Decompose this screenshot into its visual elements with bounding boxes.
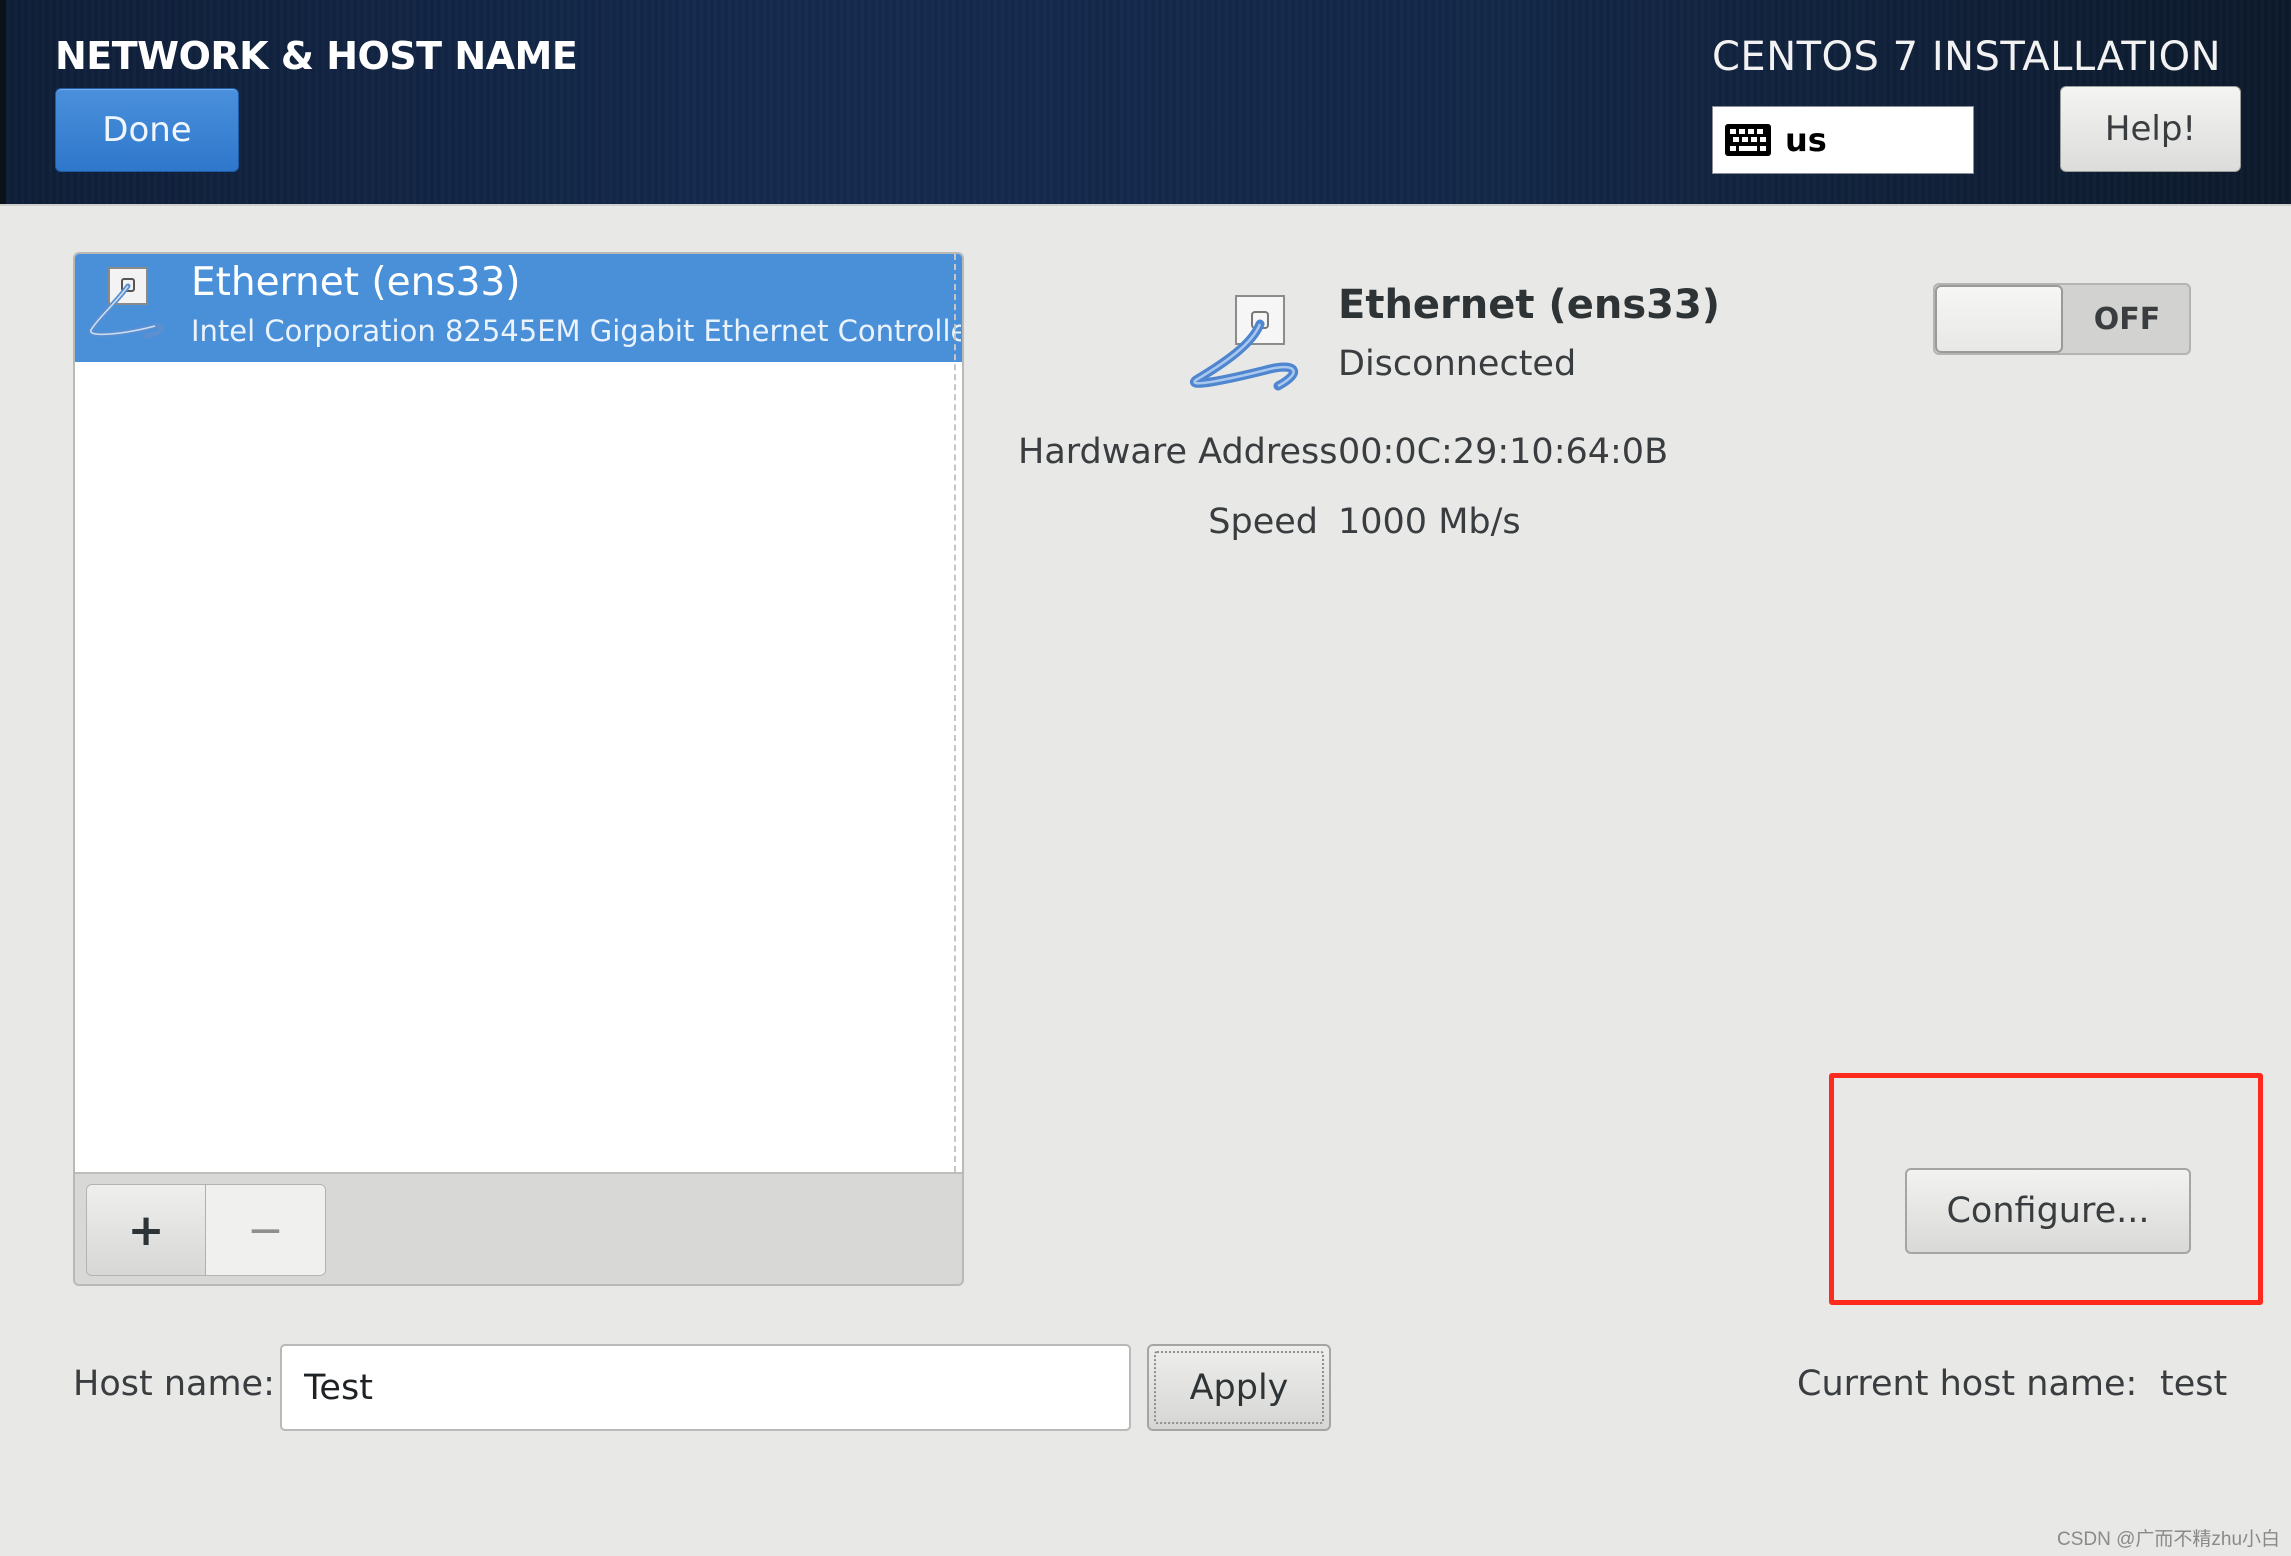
device-list-item-ens33[interactable]: Ethernet (ens33) Intel Corporation 82545…: [75, 254, 962, 362]
current-hostname-value: test: [2160, 1364, 2228, 1404]
header-bar: NETWORK & HOST NAME Done CENTOS 7 INSTAL…: [0, 0, 2291, 206]
configure-button[interactable]: Configure...: [1905, 1168, 2191, 1254]
toggle-state-label: OFF: [2093, 301, 2161, 337]
keyboard-layout-indicator[interactable]: us: [1712, 106, 1974, 174]
device-power-toggle[interactable]: OFF: [1933, 283, 2191, 355]
page-title: NETWORK & HOST NAME: [55, 34, 578, 78]
device-list-panel: Ethernet (ens33) Intel Corporation 82545…: [73, 252, 964, 1286]
remove-device-button[interactable]: −: [206, 1185, 325, 1275]
speed-label: Speed: [1208, 502, 1318, 542]
device-status: Disconnected: [1338, 344, 1577, 384]
device-list[interactable]: Ethernet (ens33) Intel Corporation 82545…: [75, 254, 962, 1174]
apply-hostname-button[interactable]: Apply: [1147, 1344, 1331, 1431]
ethernet-cable-icon: [1189, 295, 1299, 391]
toggle-knob[interactable]: [1935, 285, 2063, 353]
speed-value: 1000 Mb/s: [1338, 502, 1521, 542]
hostname-input[interactable]: [280, 1344, 1131, 1431]
hardware-address-label: Hardware Address: [1018, 432, 1338, 472]
hardware-address-value: 00:0C:29:10:64:0B: [1338, 432, 1669, 472]
done-button[interactable]: Done: [55, 88, 239, 172]
help-button[interactable]: Help!: [2060, 86, 2241, 172]
current-hostname-label: Current host name:: [1797, 1364, 2138, 1404]
keyboard-icon: [1725, 124, 1771, 156]
add-device-button[interactable]: +: [87, 1185, 206, 1275]
list-toolbar: + −: [86, 1184, 326, 1276]
device-description: Intel Corporation 82545EM Gigabit Ethern…: [191, 314, 961, 348]
watermark: CSDN @广而不精zhu小白: [2057, 1529, 2281, 1550]
device-name: Ethernet (ens33): [191, 260, 521, 305]
product-title: CENTOS 7 INSTALLATION: [1712, 34, 2221, 80]
hostname-label: Host name:: [73, 1364, 275, 1404]
device-detail-name: Ethernet (ens33): [1338, 282, 1721, 328]
ethernet-cable-icon: [88, 267, 165, 339]
keyboard-layout-label: us: [1785, 121, 1827, 159]
